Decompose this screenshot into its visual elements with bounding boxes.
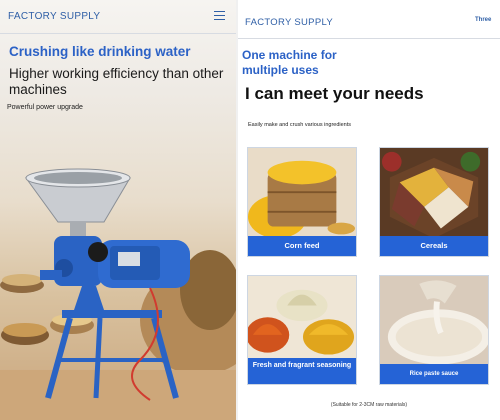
footnote: (Suitable for 2-3CM raw materials): [330, 402, 408, 408]
card-label: Cereals: [380, 236, 488, 256]
page-index-label: Three: [475, 17, 492, 23]
right-headline: One machine for multiple uses: [242, 48, 337, 77]
right-header-title: FACTORY SUPPLY: [245, 17, 333, 28]
left-caption: Powerful power upgrade: [7, 104, 83, 111]
left-headline: Crushing like drinking water: [9, 44, 191, 59]
left-banner: FACTORY SUPPLY Crushing like drinking wa…: [0, 0, 236, 420]
right-subheadline: I can meet your needs: [245, 84, 424, 103]
right-panel: FACTORY SUPPLY Three One machine for mul…: [238, 0, 500, 420]
left-subheadline: Higher working efficiency than other mac…: [9, 66, 224, 97]
grinder-machine-image: [0, 168, 236, 420]
card-seasoning[interactable]: Fresh and fragrant seasoning: [247, 275, 357, 385]
left-header-title: FACTORY SUPPLY: [8, 11, 101, 22]
intro-text: Easily make and crush various ingredient…: [248, 122, 352, 128]
card-label: Corn feed: [248, 236, 356, 256]
header-divider: [0, 33, 236, 34]
card-rice-paste[interactable]: Rice paste sauce: [379, 275, 489, 385]
card-corn-feed[interactable]: Corn feed: [247, 147, 357, 257]
menu-icon[interactable]: [214, 11, 225, 20]
card-label: Fresh and fragrant seasoning: [248, 358, 356, 384]
header-divider: [238, 38, 500, 39]
card-label: Rice paste sauce: [380, 364, 488, 384]
card-cereals[interactable]: Cereals: [379, 147, 489, 257]
